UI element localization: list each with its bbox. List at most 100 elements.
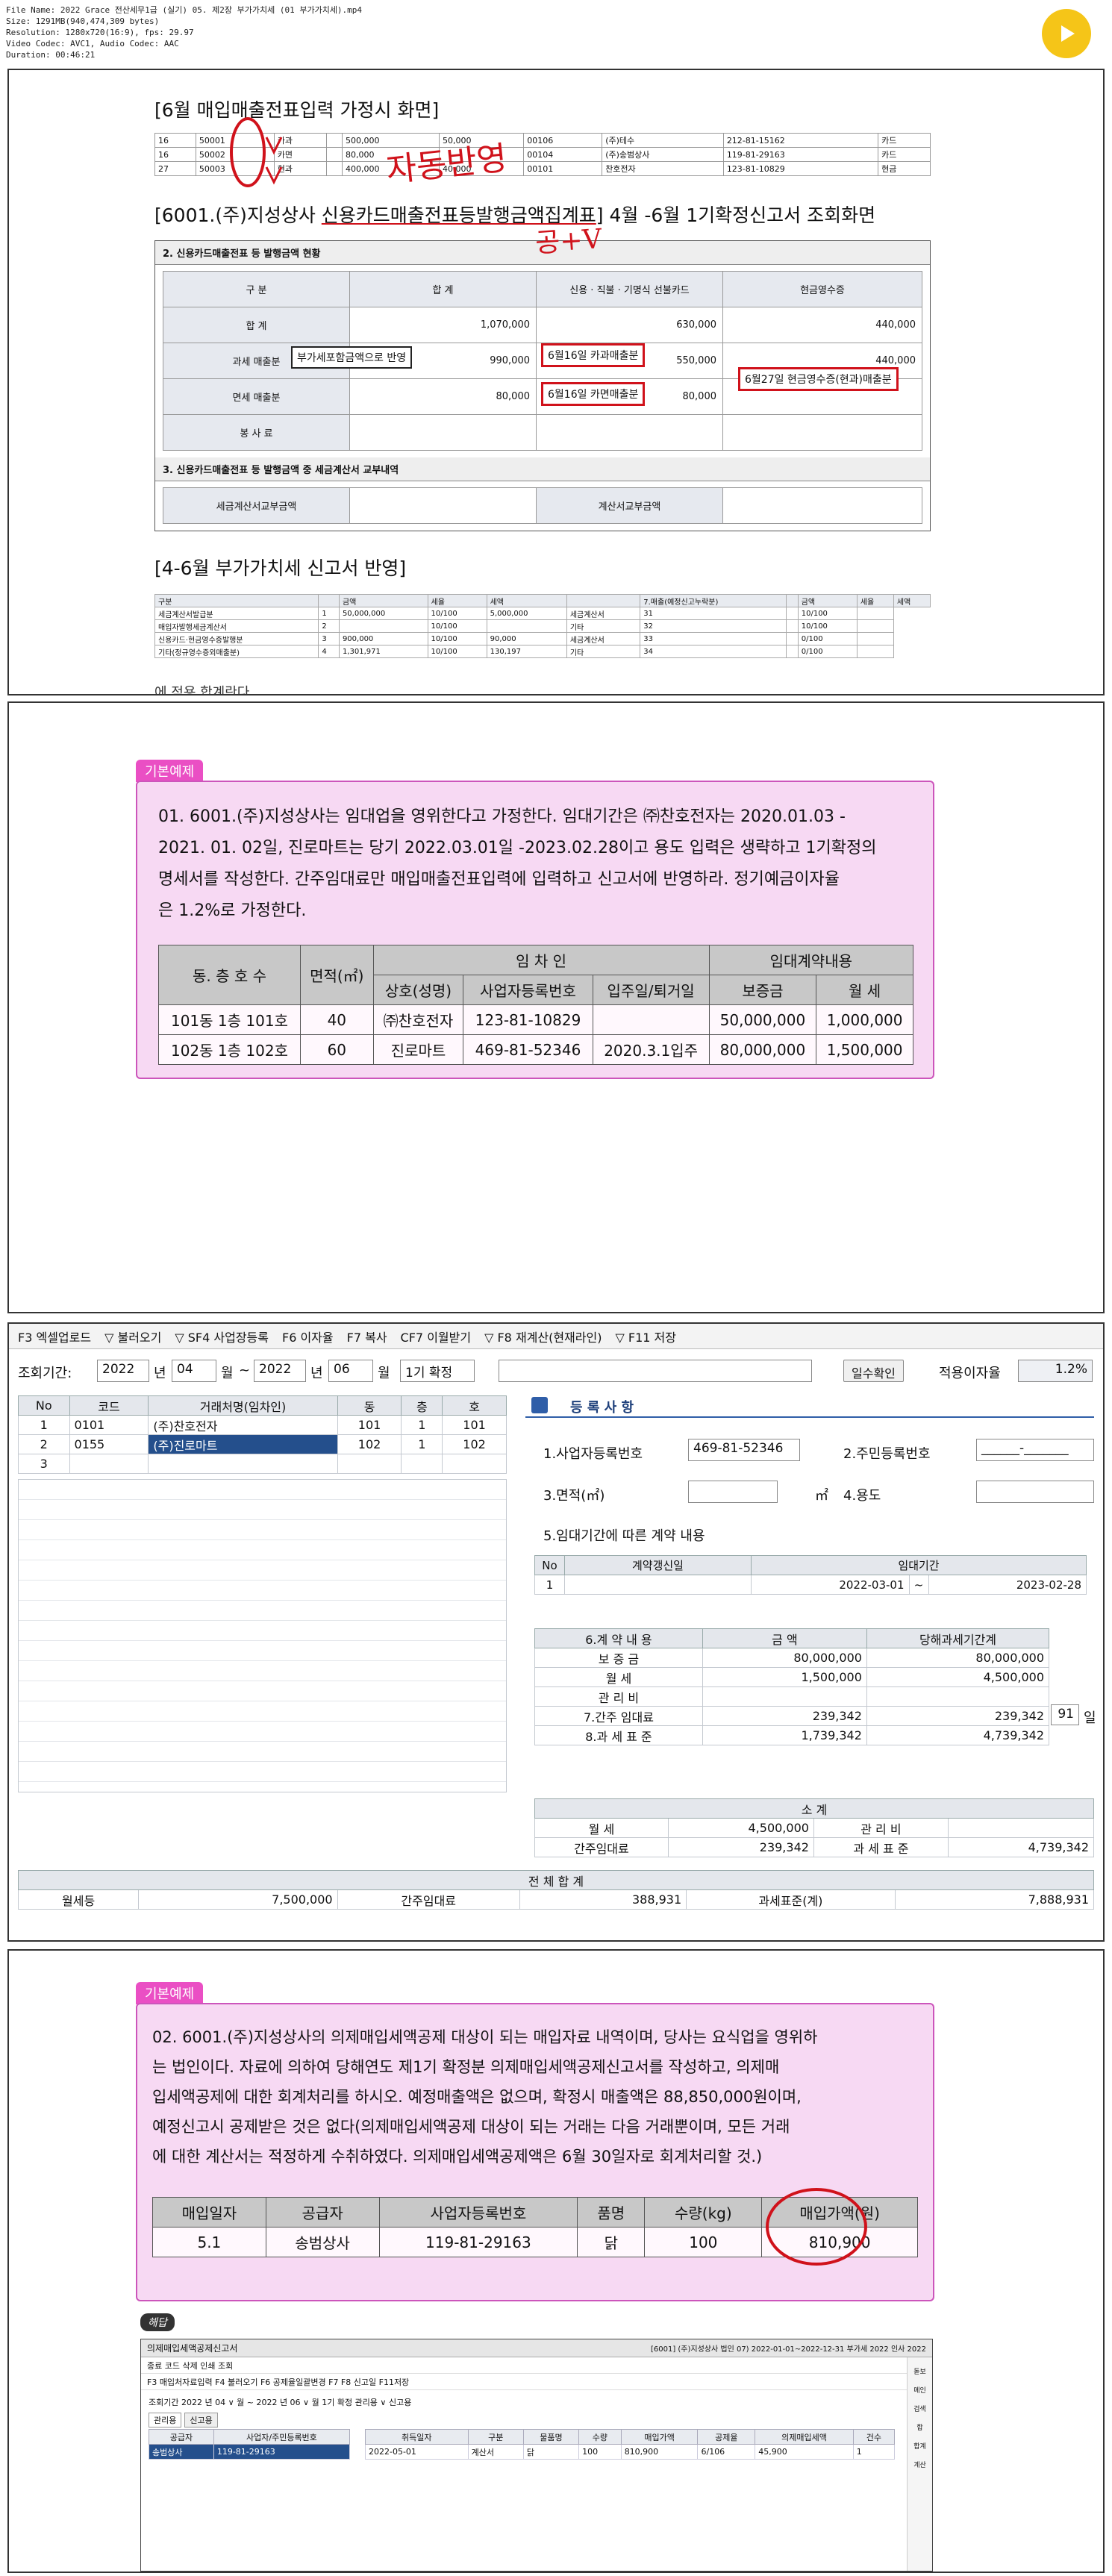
contract-no[interactable]: 1: [534, 1575, 565, 1595]
toolbar-item[interactable]: ▽ F11 저장: [615, 1328, 675, 1345]
tenant-cell[interactable]: 101: [442, 1415, 507, 1435]
to-month-select[interactable]: 06: [328, 1360, 373, 1382]
side-icon[interactable]: 합계: [908, 2441, 932, 2451]
exam-tab-label-2: 기본예제: [136, 1982, 204, 2004]
detail-amount[interactable]: [702, 1686, 867, 1707]
tenant-cell[interactable]: [337, 1454, 402, 1474]
side-icon[interactable]: 검색: [908, 2404, 932, 2413]
vat-cell: 1: [318, 607, 340, 620]
detail-amount[interactable]: 239,342: [702, 1706, 867, 1726]
toolbar-item[interactable]: ▽ SF4 사업장등록: [175, 1328, 269, 1345]
detail-row: 관 리 비: [534, 1686, 1050, 1707]
toolbar-item[interactable]: F7 복사: [347, 1328, 387, 1345]
deemed-col: 매입일자: [152, 2197, 266, 2228]
tab-manage[interactable]: 관리용: [149, 2413, 182, 2427]
tenant-cell[interactable]: 2: [18, 1434, 70, 1454]
purchase-cell[interactable]: 810,900: [620, 2444, 699, 2460]
to-year-input[interactable]: 2022: [254, 1360, 306, 1382]
tenant-cell[interactable]: (주)찬호전자: [148, 1415, 338, 1435]
total-label: 과세표준(계): [686, 1889, 896, 1910]
purchase-cell[interactable]: 1: [852, 2444, 896, 2460]
contract-renewal[interactable]: [564, 1575, 752, 1595]
toolbar-item[interactable]: ▽ F8 재계산(현재라인): [484, 1328, 602, 1345]
play-button[interactable]: [1042, 9, 1091, 58]
row-tip-sum: [349, 414, 537, 451]
tenant-cell[interactable]: 102: [337, 1434, 402, 1454]
toolbar-item[interactable]: F6 이자율: [282, 1328, 334, 1345]
blank-dropdown[interactable]: [499, 1360, 812, 1382]
area-input[interactable]: [688, 1481, 778, 1503]
purchase-cell[interactable]: 닭: [522, 2444, 580, 2460]
side-icon[interactable]: 돋보: [908, 2366, 932, 2376]
red-circle-mark: [230, 117, 283, 187]
toolbar-item[interactable]: F3 엑셀업로드: [18, 1328, 91, 1345]
tenant-cell[interactable]: 101: [337, 1415, 402, 1435]
row-tip-cash: [722, 414, 922, 451]
period-type-input[interactable]: 1기 확정: [400, 1360, 475, 1382]
days-input[interactable]: 91: [1051, 1704, 1079, 1725]
detail-amount[interactable]: 1,739,342: [702, 1725, 867, 1745]
window-toolbar-1[interactable]: 종료 코드 삭제 인쇄 조회: [141, 2357, 932, 2374]
mini-cell: 카드: [878, 133, 931, 148]
tenant-cell[interactable]: 0101: [69, 1415, 149, 1435]
tab-report[interactable]: 신고용: [184, 2413, 218, 2427]
exam-line: 02. 6001.(주)지성상사의 의제매입세액공제 대상이 되는 매입자료 내…: [152, 2028, 818, 2046]
tenant-cell[interactable]: 1: [401, 1434, 443, 1454]
resident-no-input[interactable]: ______-_______: [976, 1439, 1094, 1461]
tenant-row[interactable]: 2 0155 (주)진로마트 102 1 102: [18, 1434, 507, 1454]
toolbar-item[interactable]: ▽ 불러오기: [104, 1328, 161, 1345]
vat-cell: 50,000,000: [338, 607, 428, 620]
tenant-cell[interactable]: [69, 1454, 149, 1474]
deemed-cell: 100: [644, 2227, 763, 2257]
tenant-cell[interactable]: 1: [18, 1415, 70, 1435]
video-metadata: File Name: 2022 Grace 전산세무1급 (실기) 05. 제2…: [6, 4, 454, 60]
window-tabs: 관리용 신고용: [149, 2413, 218, 2427]
purchase-cell[interactable]: 45,900: [755, 2444, 854, 2460]
side-icon[interactable]: 계산: [908, 2460, 932, 2469]
window-toolbar-2[interactable]: F3 매입처자료입력 F4 불러오기 F6 공제율일괄변경 F7 F8 신고일 …: [141, 2374, 932, 2390]
detail-amount[interactable]: 1,500,000: [702, 1667, 867, 1687]
tenant-cell[interactable]: [442, 1454, 507, 1474]
vat-cell: 10/100: [427, 645, 487, 658]
tenant-cell[interactable]: [401, 1454, 443, 1474]
bizno-input[interactable]: 469-81-52346: [688, 1439, 800, 1461]
from-month-select[interactable]: 04: [172, 1360, 216, 1382]
vat-cell: 매입자발행세금계산서: [154, 619, 319, 633]
rate-value[interactable]: 1.2%: [1018, 1360, 1093, 1382]
tenant-cell[interactable]: 0155: [69, 1434, 149, 1454]
tenant-cell[interactable]: 1: [401, 1415, 443, 1435]
exam-line: 는 법인이다. 자료에 의하여 당해연도 제1기 확정분 의제매입세액공제신고서…: [152, 2058, 780, 2076]
side-icon[interactable]: 메인: [908, 2385, 932, 2395]
row-exempt-sum: 80,000: [349, 378, 537, 415]
vat-head-cell: [566, 594, 641, 607]
supplier-cell[interactable]: 송범상사: [149, 2444, 214, 2460]
supplier-cell[interactable]: 119-81-29163: [213, 2444, 351, 2460]
vat-cell: 10/100: [427, 607, 487, 620]
tenant-row[interactable]: 1 0101 (주)찬호전자 101 1 101: [18, 1415, 507, 1435]
contract-start[interactable]: 2022-03-01: [751, 1575, 910, 1595]
tenant-cell[interactable]: 3: [18, 1454, 70, 1474]
purchase-cell[interactable]: 6/106: [697, 2444, 756, 2460]
rental-cell: 469-81-52346: [463, 1034, 593, 1065]
tenant-cell[interactable]: 102: [442, 1434, 507, 1454]
tenant-row[interactable]: 3: [18, 1454, 507, 1474]
contract-end[interactable]: 2023-02-28: [928, 1575, 1087, 1595]
tenant-cell[interactable]: (주)진로마트: [148, 1434, 338, 1454]
window-period[interactable]: 조회기간 2022 년 04 ∨ 월 ~ 2022 년 06 ∨ 월 1기 확정…: [149, 2396, 411, 2408]
nyeon-2: 년: [310, 1366, 323, 1381]
purchase-cell[interactable]: 2022-05-01: [365, 2444, 469, 2460]
from-year-input[interactable]: 2022: [97, 1360, 149, 1382]
purchase-cell[interactable]: 100: [578, 2444, 622, 2460]
rental-row: 102동 1층 102호 60 진로마트 469-81-52346 2020.3.1입주…: [158, 1034, 913, 1065]
vat-head-cell: 금액: [797, 594, 858, 607]
side-icon[interactable]: 합: [908, 2422, 932, 2432]
detail-amount[interactable]: 80,000,000: [702, 1648, 867, 1668]
purchase-cell[interactable]: 계산서: [467, 2444, 524, 2460]
rental-cell: 1,000,000: [816, 1004, 913, 1035]
usage-input[interactable]: [976, 1481, 1094, 1503]
tenant-cell[interactable]: [148, 1454, 338, 1474]
toolbar-item[interactable]: CF7 이월받기: [401, 1328, 472, 1345]
vat-cell: [785, 619, 799, 633]
days-check-button[interactable]: 일수확인: [843, 1360, 904, 1382]
purchase-col: 건수: [852, 2429, 896, 2445]
